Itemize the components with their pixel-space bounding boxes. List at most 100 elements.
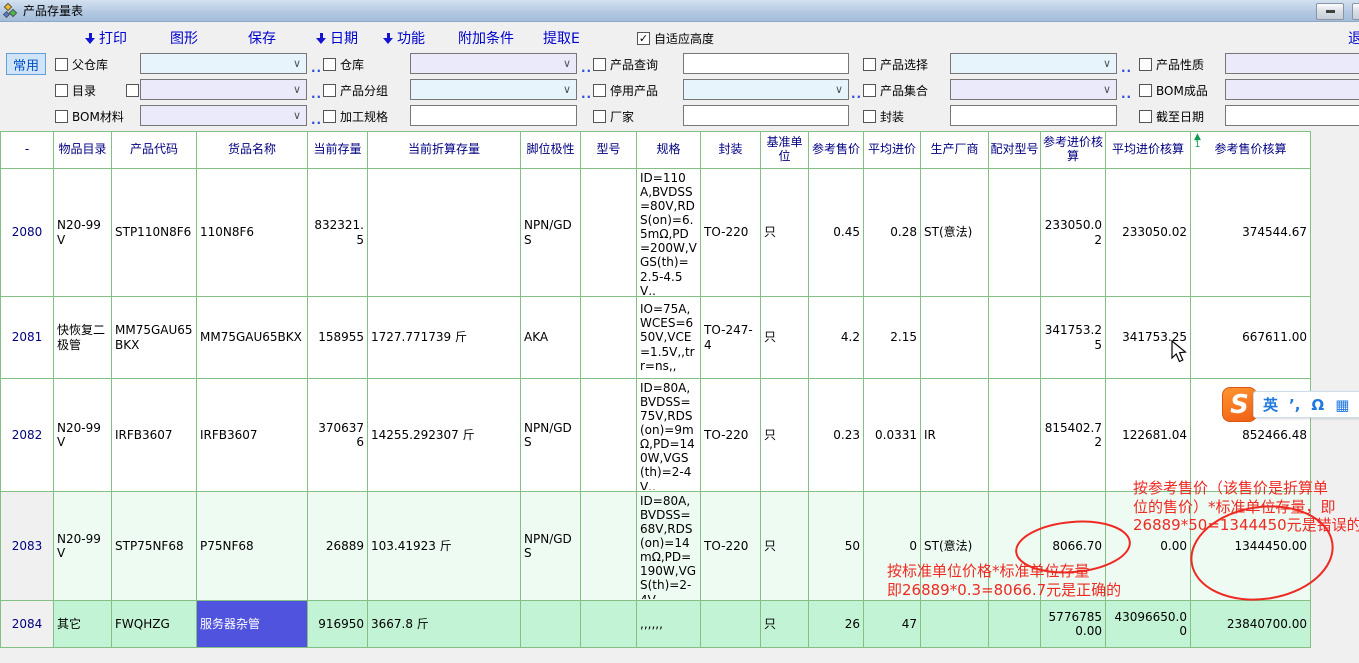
graph-button[interactable]: 图形 [170, 28, 198, 48]
product-query-input[interactable] [683, 53, 849, 74]
filter-product-nature[interactable]: 产品性质 [1139, 53, 1204, 75]
row-number-cell[interactable]: 2083 [1, 492, 54, 601]
column-header-manufacturer[interactable]: 生产厂商 [921, 132, 989, 169]
table-cell[interactable]: 57767850.00 [1041, 601, 1106, 648]
table-cell[interactable]: STP75NF68 [112, 492, 197, 601]
table-cell[interactable]: 服务器杂管 [197, 601, 308, 648]
column-header-collapse[interactable]: - [1, 132, 54, 169]
checkbox-icon[interactable] [1139, 84, 1152, 97]
browse-dots[interactable]: .. [851, 87, 862, 101]
table-cell[interactable] [989, 297, 1041, 379]
filter-process-spec[interactable]: 加工规格 [323, 105, 388, 127]
checkbox-icon[interactable] [863, 58, 876, 71]
filter-product-group[interactable]: 产品分组 [323, 79, 388, 101]
checkbox-icon[interactable] [863, 110, 876, 123]
checkbox-icon[interactable] [863, 84, 876, 97]
table-cell[interactable] [581, 601, 637, 648]
table-cell[interactable]: AKA [521, 297, 581, 379]
checkbox-icon[interactable] [55, 110, 68, 123]
table-cell[interactable]: 其它 [54, 601, 112, 648]
table-cell[interactable]: 3667.8 斤 [368, 601, 521, 648]
table-cell[interactable]: 快恢复二极管 [54, 297, 112, 379]
table-cell[interactable]: 341753.25 [1106, 297, 1191, 379]
ime-language-mode[interactable]: 英 [1263, 394, 1278, 415]
table-cell[interactable]: 2.15 [864, 297, 921, 379]
browse-dots[interactable]: .. [311, 61, 322, 75]
table-cell[interactable] [921, 601, 989, 648]
product-nature-select[interactable] [1225, 53, 1359, 74]
table-cell[interactable]: 103.41923 斤 [368, 492, 521, 601]
table-cell[interactable]: ID=80A,BVDSS=75V,RDS(on)=9mΩ,PD=140W,VGS… [637, 379, 701, 492]
checkbox-icon[interactable] [323, 110, 336, 123]
table-cell[interactable]: 916950 [308, 601, 368, 648]
checkbox-icon[interactable] [55, 84, 68, 97]
table-cell[interactable] [989, 169, 1041, 297]
checkbox-icon[interactable] [1139, 110, 1152, 123]
disabled-product-select[interactable]: ∨ [683, 79, 849, 100]
table-cell[interactable]: 110N8F6 [197, 169, 308, 297]
table-cell[interactable]: 只 [761, 492, 809, 601]
column-header-catalog[interactable]: 物品目录 [54, 132, 112, 169]
table-cell[interactable]: 0.45 [809, 169, 864, 297]
column-header-package[interactable]: 封装 [701, 132, 761, 169]
table-cell[interactable]: IRFB3607 [112, 379, 197, 492]
table-cell[interactable] [521, 601, 581, 648]
checkbox-icon[interactable] [593, 110, 606, 123]
package-input[interactable] [950, 105, 1117, 126]
table-cell[interactable] [701, 601, 761, 648]
table-cell[interactable]: FWQHZG [112, 601, 197, 648]
table-cell[interactable]: P75NF68 [197, 492, 308, 601]
warehouse-select[interactable]: ∨ [410, 53, 577, 74]
table-cell[interactable]: 158955 [308, 297, 368, 379]
browse-dots[interactable]: .. [1121, 61, 1132, 75]
print-button[interactable]: 打印 [85, 28, 127, 48]
table-cell[interactable]: 4.2 [809, 297, 864, 379]
table-cell[interactable]: 14255.292307 斤 [368, 379, 521, 492]
table-cell[interactable]: 233050.02 [1106, 169, 1191, 297]
table-cell[interactable] [989, 601, 1041, 648]
ime-punctuation-icon[interactable]: ’, [1289, 396, 1300, 414]
table-cell[interactable] [581, 169, 637, 297]
table-cell[interactable]: TO-220 [701, 492, 761, 601]
row-number-cell[interactable]: 2082 [1, 379, 54, 492]
ime-toolbar[interactable]: S 英 ’, Ω ▦ [1222, 387, 1359, 422]
table-cell[interactable]: 只 [761, 169, 809, 297]
product-group-select[interactable]: ∨ [410, 79, 577, 100]
column-header-base-unit[interactable]: 基准单位 [761, 132, 809, 169]
conditions-button[interactable]: 附加条件 [458, 28, 514, 48]
row-number-cell[interactable]: 2084 [1, 601, 54, 648]
table-cell[interactable]: 815402.72 [1041, 379, 1106, 492]
table-cell[interactable]: 47 [864, 601, 921, 648]
column-header-goods-name[interactable]: 货品名称 [197, 132, 308, 169]
table-cell[interactable]: 122681.04 [1106, 379, 1191, 492]
table-cell[interactable] [581, 492, 637, 601]
maximize-button[interactable] [1352, 3, 1359, 20]
table-cell[interactable]: 233050.02 [1041, 169, 1106, 297]
table-cell[interactable]: 43096650.00 [1106, 601, 1191, 648]
table-cell[interactable]: 3706376 [308, 379, 368, 492]
table-cell[interactable]: 0.28 [864, 169, 921, 297]
table-cell[interactable]: 26 [809, 601, 864, 648]
adaptive-height-checkbox[interactable]: ✓ 自适应高度 [637, 30, 714, 47]
filter-catalog[interactable]: 目录 [55, 79, 96, 101]
filter-product-select[interactable]: 产品选择 [863, 53, 928, 75]
row-number-cell[interactable]: 2081 [1, 297, 54, 379]
table-cell[interactable] [368, 169, 521, 297]
column-header-avg-cost[interactable]: 平均进价 [864, 132, 921, 169]
table-cell[interactable]: STP110N8F6 [112, 169, 197, 297]
column-header-match-model[interactable]: 配对型号 [989, 132, 1041, 169]
column-header-model[interactable]: 型号 [581, 132, 637, 169]
table-cell[interactable]: ST(意法) [921, 169, 989, 297]
product-select-combo[interactable]: ∨ [950, 53, 1117, 74]
browse-dots[interactable]: .. [581, 61, 592, 75]
quick-tab-button[interactable]: 常用 [6, 53, 46, 75]
partial-toolbar-item[interactable]: 退 [1348, 28, 1359, 48]
minimize-button[interactable] [1316, 3, 1344, 20]
table-cell[interactable] [581, 379, 637, 492]
table-cell[interactable]: TO-247-4 [701, 297, 761, 379]
browse-dots[interactable]: .. [581, 87, 592, 101]
bom-material-select[interactable]: ∨ [140, 105, 307, 126]
parent-warehouse-select[interactable]: ∨ [140, 53, 307, 74]
filter-bom-finished[interactable]: BOM成品 [1139, 79, 1208, 101]
save-button[interactable]: 保存 [248, 28, 276, 48]
